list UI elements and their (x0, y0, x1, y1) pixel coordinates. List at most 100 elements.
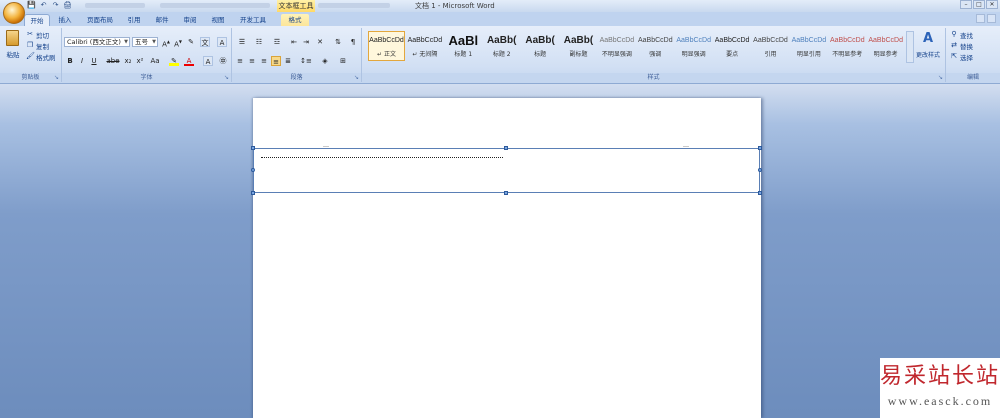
align-center-button[interactable]: ≡ (247, 56, 257, 66)
copy-button[interactable]: ❐ 复制 (26, 41, 49, 51)
borders-button[interactable]: ⊞ (336, 56, 350, 66)
tab-view[interactable]: 视图 (207, 14, 229, 26)
increase-indent-button[interactable]: ⇥ (301, 37, 311, 47)
style-item[interactable]: AaBbCcDd 不明显参考 (829, 31, 866, 61)
find-button[interactable]: ⚲ 查找 (950, 30, 973, 40)
style-item[interactable]: AaBb(标题 (522, 31, 559, 61)
resize-handle[interactable] (251, 146, 255, 150)
format-painter-button[interactable]: 🖌 格式刷 (26, 52, 56, 62)
align-right-button[interactable]: ≡ (259, 56, 269, 66)
numbering-button[interactable]: ☷ (252, 37, 266, 47)
style-item[interactable]: AaBbCcDd 明显引用 (790, 31, 827, 61)
clipboard-group-label: 剪贴板 (0, 73, 61, 82)
enclose-char-button[interactable]: ㊥ (218, 56, 228, 66)
document-workspace (0, 84, 1000, 418)
style-item[interactable]: AaBbCcDd 强调 (637, 31, 674, 61)
tab-references[interactable]: 引用 (123, 14, 145, 26)
distribute-button[interactable]: ≣ (283, 56, 293, 66)
style-item[interactable]: AaBbCcDd 要点 (714, 31, 751, 61)
resize-handle[interactable] (251, 191, 255, 195)
select-button[interactable]: ⇱ 选择 (950, 52, 973, 62)
resize-handle[interactable] (251, 168, 255, 172)
grow-font-button[interactable]: A▲ (161, 37, 171, 48)
font-size-select[interactable]: 五号 ▼ (132, 37, 158, 47)
replace-button[interactable]: ⇄ 替换 (950, 41, 973, 51)
decrease-indent-button[interactable]: ⇤ (289, 37, 299, 47)
style-item[interactable]: AaBb(副标题 (560, 31, 597, 61)
resize-handle[interactable] (504, 191, 508, 195)
minimize-ribbon-button[interactable] (976, 14, 985, 23)
save-icon[interactable]: 💾 (27, 1, 36, 10)
resize-handle[interactable] (758, 191, 762, 195)
styles-launcher-icon[interactable]: ↘ (938, 74, 943, 81)
tab-mailings[interactable]: 邮件 (151, 14, 173, 26)
minimize-button[interactable]: – (960, 0, 972, 9)
style-item[interactable]: AaBbCcDd 不明显强调 (598, 31, 635, 61)
tab-insert[interactable]: 插入 (54, 14, 76, 26)
help-button[interactable] (987, 14, 996, 23)
watermark-url: www.easck.com (887, 394, 993, 408)
tab-home[interactable]: 开始 (24, 14, 50, 26)
chinese-layout-button[interactable]: ✕ (315, 37, 325, 47)
superscript-button[interactable]: x² (135, 56, 145, 66)
line-spacing-button[interactable]: ↕≡ (299, 56, 313, 66)
bullets-button[interactable]: ☰ (235, 37, 249, 47)
sort-button[interactable]: ⇅ (333, 37, 343, 47)
italic-button[interactable]: I (77, 56, 87, 66)
style-sample: AaBbCcDd (829, 37, 865, 44)
close-button[interactable]: ✕ (986, 0, 998, 9)
redo-icon[interactable]: ↷ (51, 1, 60, 10)
cut-label: 剪切 (36, 31, 49, 40)
cut-button[interactable]: ✂ 剪切 (26, 30, 49, 40)
justify-button[interactable]: ≡ (271, 56, 281, 66)
style-name: 明显引用 (796, 51, 821, 58)
paragraph-launcher-icon[interactable]: ↘ (354, 74, 359, 81)
shrink-font-button[interactable]: A▼ (173, 37, 183, 48)
highlight-button[interactable]: ✎ (169, 56, 179, 66)
tab-format[interactable]: 格式 (281, 14, 309, 26)
clipboard-group: 粘贴 ✂ 剪切 ❐ 复制 🖌 格式刷 剪贴板 ↘ (0, 28, 62, 82)
text-box[interactable] (251, 146, 762, 195)
clear-format-button[interactable]: ✎ (186, 37, 196, 47)
subscript-button[interactable]: x₂ (123, 56, 133, 66)
style-name: 明显参考 (873, 51, 898, 58)
multilevel-list-button[interactable]: ☲ (270, 37, 284, 47)
style-item[interactable]: AaBbCcDd 引用 (752, 31, 789, 61)
context-tab-title: 文本框工具 (277, 0, 315, 12)
chevron-down-icon: ▼ (124, 39, 128, 45)
print-icon[interactable]: 🖨 (63, 1, 72, 10)
change-case-button[interactable]: Aa (148, 56, 162, 66)
char-border-button[interactable]: A (217, 37, 227, 47)
style-item[interactable]: AaBbCcDd 明显强调 (675, 31, 712, 61)
font-name-select[interactable]: Calibri (西文正文) ▼ (64, 37, 130, 47)
phonetic-guide-button[interactable]: 文 (200, 37, 210, 47)
style-item[interactable]: AaBb(标题 2 (483, 31, 520, 61)
strikethrough-button[interactable]: abe (106, 56, 120, 66)
shading-button[interactable]: ◈ (318, 56, 332, 66)
change-styles-button[interactable]: 更改样式 (913, 50, 943, 59)
underline-button[interactable]: U (89, 56, 99, 66)
maximize-button[interactable]: □ (973, 0, 985, 9)
cursor-icon: ⇱ (951, 52, 957, 60)
paste-button[interactable]: 粘贴 (4, 30, 20, 62)
bold-button[interactable]: B (65, 56, 75, 66)
align-left-button[interactable]: ≡ (235, 56, 245, 66)
style-item[interactable]: AaBbCcDd ↵ 正文 (368, 31, 405, 61)
font-color-button[interactable]: A (184, 56, 194, 66)
resize-handle[interactable] (504, 146, 508, 150)
font-launcher-icon[interactable]: ↘ (224, 74, 229, 81)
style-item[interactable]: AaBbCcDd 明显参考 (867, 31, 904, 61)
style-item[interactable]: AaBl 标题 1 (445, 31, 482, 61)
char-shading-button[interactable]: A (203, 56, 213, 66)
tab-page-layout[interactable]: 页面布局 (80, 14, 120, 26)
resize-handle[interactable] (758, 146, 762, 150)
resize-handle[interactable] (758, 168, 762, 172)
clipboard-launcher-icon[interactable]: ↘ (54, 74, 59, 81)
show-marks-button[interactable]: ¶ (348, 37, 358, 47)
style-item[interactable]: AaBbCcDd ↵ 无间隔 (406, 31, 443, 61)
tab-developer[interactable]: 开发工具 (235, 14, 271, 26)
document-page[interactable] (251, 98, 762, 418)
office-button[interactable] (3, 2, 25, 24)
undo-icon[interactable]: ↶ (39, 1, 48, 10)
tab-review[interactable]: 审阅 (179, 14, 201, 26)
